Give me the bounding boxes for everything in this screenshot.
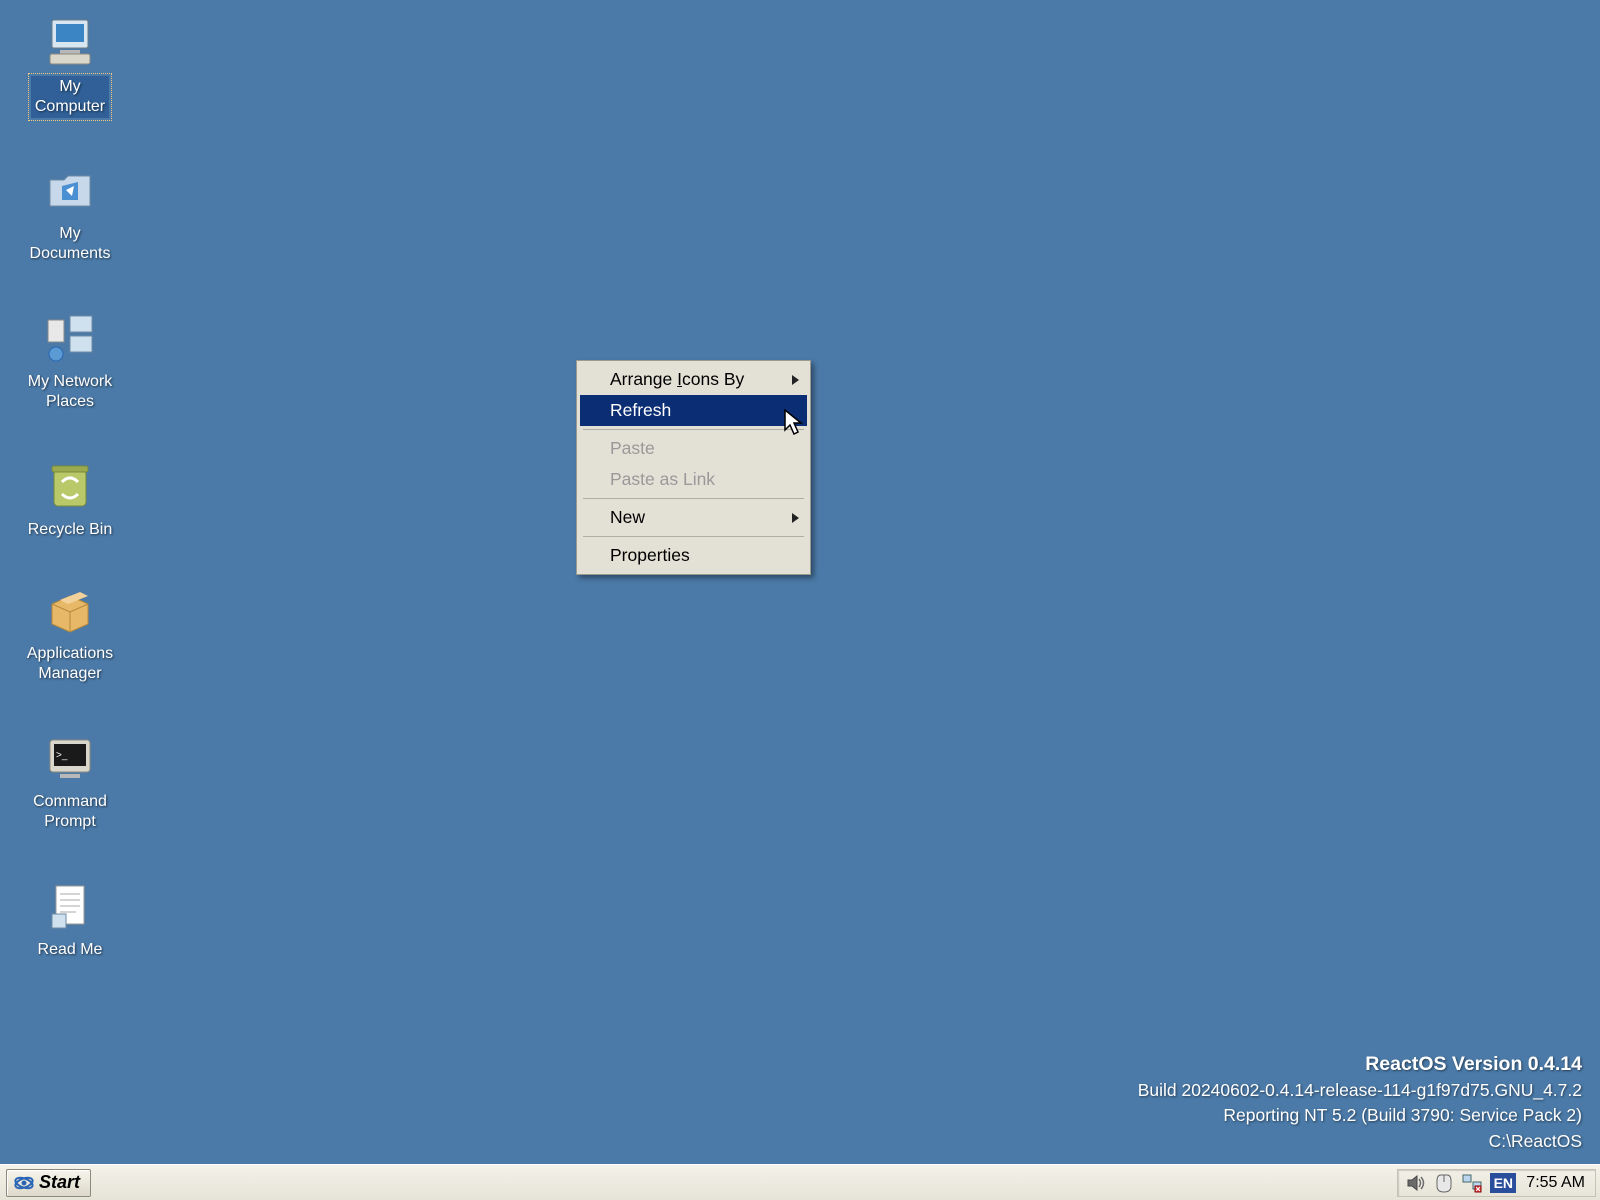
taskbar-clock[interactable]: 7:55 AM (1526, 1174, 1591, 1192)
desktop-icon-my-network-places[interactable]: My Network Places (10, 310, 130, 412)
desktop-icon-read-me[interactable]: Read Me (10, 878, 130, 960)
watermark-line-1: ReactOS Version 0.4.14 (1138, 1050, 1582, 1078)
desktop-icon-label: Command Prompt (33, 792, 107, 832)
system-tray: EN 7:55 AM (1397, 1169, 1596, 1197)
context-menu-separator (583, 536, 804, 537)
context-menu-item-label: Refresh (610, 400, 671, 421)
context-menu-item-new[interactable]: New (580, 502, 807, 533)
desktop-icon-label: My Computer (31, 76, 109, 118)
desktop-icon-command-prompt[interactable]: >_ Command Prompt (10, 730, 130, 832)
desktop-icon-my-computer[interactable]: My Computer (10, 14, 130, 118)
network-icon (42, 310, 98, 366)
desktop-icon-label: My Documents (30, 224, 111, 264)
language-indicator[interactable]: EN (1490, 1173, 1516, 1193)
box-icon (42, 582, 98, 638)
context-menu-item-paste: Paste (580, 433, 807, 464)
computer-icon (42, 14, 98, 70)
cursor-pointer-icon (784, 409, 804, 437)
context-menu: Arrange Icons By Refresh Paste Paste as Lin… (576, 360, 811, 575)
desktop-icon-label: Read Me (38, 940, 103, 960)
desktop[interactable]: My Computer My Documents My Network Places… (0, 0, 1600, 1164)
mouse-icon[interactable] (1433, 1172, 1455, 1194)
context-menu-item-properties[interactable]: Properties (580, 540, 807, 571)
svg-text:>_: >_ (56, 750, 68, 761)
volume-icon[interactable] (1405, 1172, 1427, 1194)
start-button-label: Start (39, 1172, 80, 1193)
context-menu-item-label: Properties (610, 545, 690, 566)
desktop-icon-applications-manager[interactable]: Applications Manager (10, 582, 130, 684)
context-menu-item-label: New (610, 507, 645, 528)
reactos-logo-icon (13, 1174, 35, 1192)
context-menu-item-paste-as-link: Paste as Link (580, 464, 807, 495)
context-menu-item-arrange-icons-by[interactable]: Arrange Icons By (580, 364, 807, 395)
desktop-icon-label: Recycle Bin (28, 520, 112, 540)
context-menu-item-label: Arrange Icons By (610, 369, 744, 390)
start-button[interactable]: Start (6, 1169, 91, 1197)
desktop-icon-label: My Network Places (28, 372, 112, 412)
recycle-icon (42, 458, 98, 514)
version-watermark: ReactOS Version 0.4.14 Build 20240602-0.… (1138, 1050, 1582, 1154)
textfile-icon (42, 878, 98, 934)
context-menu-item-label: Paste as Link (610, 469, 715, 490)
desktop-icon-recycle-bin[interactable]: Recycle Bin (10, 458, 130, 540)
watermark-line-4: C:\ReactOS (1138, 1129, 1582, 1154)
context-menu-separator (583, 498, 804, 499)
desktop-icon-label: Applications Manager (27, 644, 113, 684)
submenu-arrow-icon (792, 513, 799, 523)
context-menu-separator (583, 429, 804, 430)
submenu-arrow-icon (792, 375, 799, 385)
folder-docs-icon (42, 162, 98, 218)
terminal-icon: >_ (42, 730, 98, 786)
watermark-line-2: Build 20240602-0.4.14-release-114-g1f97d… (1138, 1078, 1582, 1103)
network-tray-icon[interactable] (1461, 1172, 1483, 1194)
watermark-line-3: Reporting NT 5.2 (Build 3790: Service Pa… (1138, 1103, 1582, 1128)
context-menu-item-label: Paste (610, 438, 655, 459)
taskbar: Start EN 7:55 AM (0, 1164, 1600, 1200)
context-menu-item-refresh[interactable]: Refresh (580, 395, 807, 426)
desktop-icon-my-documents[interactable]: My Documents (10, 162, 130, 264)
